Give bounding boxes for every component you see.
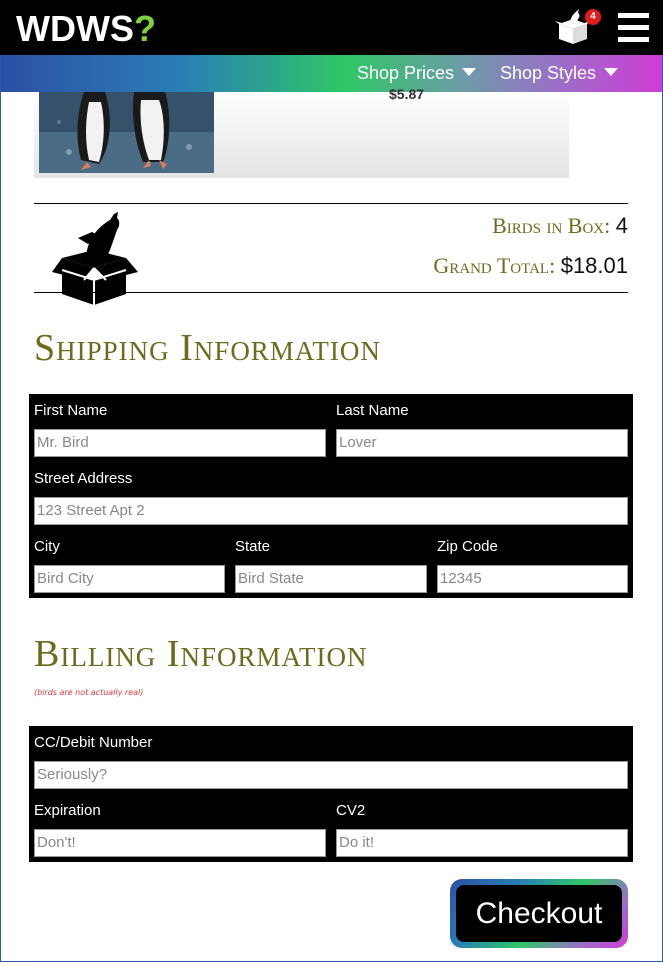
first-name-label: First Name bbox=[34, 402, 108, 419]
birds-in-box-label: Birds in Box: bbox=[492, 213, 611, 238]
billing-disclaimer: (birds are not actually real) bbox=[34, 688, 144, 697]
birds-in-box-line: Birds in Box: 4 bbox=[492, 213, 628, 239]
checkout-label: Checkout bbox=[456, 885, 622, 942]
billing-title: Billing Information bbox=[34, 633, 368, 675]
nav-shop-prices[interactable]: Shop Prices bbox=[357, 63, 477, 84]
caret-down-icon bbox=[604, 68, 619, 76]
billing-form: CC/Debit Number Seriously? Expiration CV… bbox=[29, 726, 633, 862]
nav-shop-styles[interactable]: Shop Styles bbox=[500, 63, 619, 84]
nav-shop-styles-label: Shop Styles bbox=[500, 63, 597, 83]
divider bbox=[34, 203, 628, 204]
city-field[interactable]: Bird City bbox=[34, 565, 225, 593]
divider bbox=[34, 292, 628, 293]
checkout-button[interactable]: Checkout bbox=[450, 879, 628, 948]
logo-question-mark: ? bbox=[133, 8, 156, 49]
cv2-field[interactable]: Do it! bbox=[336, 829, 628, 857]
product-image[interactable] bbox=[39, 92, 214, 173]
expiration-field[interactable]: Don't! bbox=[34, 829, 326, 857]
zip-code-label: Zip Code bbox=[437, 538, 498, 555]
logo-text: WDWS bbox=[16, 8, 134, 49]
expiration-label: Expiration bbox=[34, 802, 101, 819]
caret-down-icon bbox=[462, 68, 477, 76]
frame-border bbox=[0, 56, 1, 962]
state-label: State bbox=[235, 538, 271, 555]
cc-number-field[interactable]: Seriously? bbox=[34, 761, 628, 789]
product-price: $5.87 bbox=[389, 86, 425, 102]
last-name-label: Last Name bbox=[336, 402, 409, 419]
nav-bar: Shop Prices Shop Styles bbox=[0, 55, 663, 92]
street-address-field[interactable]: 123 Street Apt 2 bbox=[34, 497, 628, 525]
street-address-label: Street Address bbox=[34, 470, 133, 487]
cv2-label: CV2 bbox=[336, 802, 366, 819]
zip-code-field[interactable]: 12345 bbox=[437, 565, 628, 593]
cc-number-label: CC/Debit Number bbox=[34, 734, 153, 751]
nav-shop-prices-label: Shop Prices bbox=[357, 63, 455, 83]
hamburger-menu-icon[interactable] bbox=[618, 13, 649, 42]
first-name-field[interactable]: Mr. Bird bbox=[34, 429, 326, 457]
grand-total-value: $18.01 bbox=[560, 253, 628, 278]
top-bar: WDWS? 4 bbox=[0, 0, 663, 56]
grand-total-label: Grand Total: bbox=[433, 253, 556, 278]
cart-count-badge: 4 bbox=[585, 9, 601, 25]
last-name-field[interactable]: Lover bbox=[336, 429, 628, 457]
birds-in-box-count: 4 bbox=[615, 213, 628, 238]
state-field[interactable]: Bird State bbox=[235, 565, 427, 593]
shipping-title: Shipping Information bbox=[34, 327, 381, 369]
grand-total-line: Grand Total: $18.01 bbox=[433, 253, 628, 279]
city-label: City bbox=[34, 538, 60, 555]
site-logo[interactable]: WDWS? bbox=[16, 8, 156, 50]
shipping-form: First Name Last Name Mr. Bird Lover Stre… bbox=[29, 394, 633, 598]
